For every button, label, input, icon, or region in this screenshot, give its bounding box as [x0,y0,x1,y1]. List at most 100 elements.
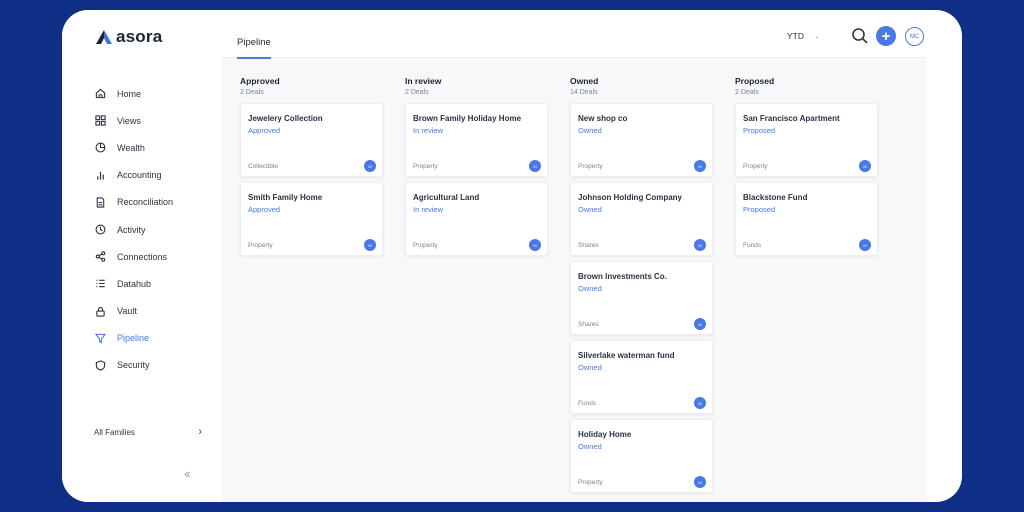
deal-card[interactable]: San Francisco Apartment Proposed Propert… [735,103,878,177]
deal-card[interactable]: Holiday Home Owned Property M [570,419,713,493]
deal-status: Owned [578,126,602,135]
sidebar-item-activity[interactable]: Activity [94,216,214,243]
deal-card[interactable]: Agricultural Land In review Property M [405,182,548,256]
deal-card[interactable]: Silverlake waterman fund Owned Funds M [570,340,713,414]
plus-icon: + [881,27,891,45]
deal-name: Holiday Home [578,430,632,439]
top-bar: Pipeline YTD ⌄ + MC [222,10,927,59]
deal-status: Owned [578,284,602,293]
share-icon [94,251,106,263]
column-count: 14 Deals [570,89,598,96]
collapse-sidebar-button[interactable]: ‹‹ [184,466,191,481]
main-content: Pipeline YTD ⌄ + MC Approved 2 Deals Jew… [222,10,927,502]
sidebar-item-label: Activity [117,224,146,235]
deal-name: Blackstone Fund [743,193,808,202]
deal-name: Silverlake waterman fund [578,351,675,360]
deal-status: In review [413,126,444,135]
pipeline-board: Approved 2 Deals Jewelery Collection App… [240,76,878,498]
owner-avatar: M [694,160,706,172]
deal-card[interactable]: Brown Investments Co. Owned Shares M [570,261,713,335]
deal-name: Smith Family Home [248,193,323,202]
owner-avatar: M [694,318,706,330]
deal-name: Jewelery Collection [248,114,323,123]
families-label: All Families [94,427,135,437]
tab-pipeline[interactable]: Pipeline [237,37,271,59]
deal-type: Shares [578,321,599,328]
deal-status: Approved [248,205,281,214]
chevron-right-icon: › [198,426,202,438]
column-owned: Owned 14 Deals New shop co Owned Propert… [570,76,713,498]
deal-status: Approved [248,126,281,135]
sidebar-item-label: Reconciliation [117,197,174,208]
deal-type: Collectible [248,163,278,170]
owner-avatar: M [859,160,871,172]
filter-icon [94,332,106,344]
deal-card[interactable]: New shop co Owned Property M [570,103,713,177]
sidebar-item-wealth[interactable]: Wealth [94,134,214,161]
brand-name: asora [116,27,163,46]
deal-card[interactable]: Johnson Holding Company Owned Shares M [570,182,713,256]
period-dropdown[interactable]: YTD ⌄ [787,31,820,41]
deal-card[interactable]: Brown Family Holiday Home In review Prop… [405,103,548,177]
sidebar-item-security[interactable]: Security [94,352,214,379]
grid-icon [94,115,106,127]
sidebar-item-vault[interactable]: Vault [94,298,214,325]
avatar[interactable]: MC [905,27,924,46]
sidebar-item-accounting[interactable]: Accounting [94,162,214,189]
deal-status: Proposed [743,205,776,214]
owner-avatar: M [364,160,376,172]
sidebar-item-datahub[interactable]: Datahub [94,270,214,297]
sidebar-item-pipeline[interactable]: Pipeline [94,325,214,352]
deal-name: Johnson Holding Company [578,193,682,202]
pie-chart-icon [94,142,106,154]
asora-logo-icon [96,30,112,44]
sidebar-item-label: Vault [117,306,137,317]
deal-type: Shares [578,242,599,249]
deal-name: Brown Investments Co. [578,272,667,281]
column-title: In review [405,76,442,86]
column-in-review: In review 2 Deals Brown Family Holiday H… [405,76,548,498]
deal-type: Property [578,479,603,486]
sidebar-item-home[interactable]: Home [94,80,214,107]
sidebar: asora Home Views Wealth Accounting Recon… [62,10,222,502]
deal-card[interactable]: Smith Family Home Approved Property M [240,182,383,256]
sidebar-item-label: Views [117,115,141,126]
deal-status: Owned [578,442,602,451]
deal-type: Funds [578,400,597,407]
owner-avatar: M [694,239,706,251]
sidebar-item-connections[interactable]: Connections [94,243,214,270]
deal-type: Property [413,163,438,170]
column-title: Proposed [735,76,775,86]
search-button[interactable] [851,27,869,45]
logo[interactable]: asora [96,27,162,47]
search-icon [852,28,868,44]
sidebar-item-label: Pipeline [117,333,150,344]
add-button[interactable]: + [876,26,896,46]
sidebar-item-views[interactable]: Views [94,107,214,134]
shield-icon [94,359,106,371]
sidebar-item-label: Wealth [117,142,145,153]
deal-type: Property [743,163,768,170]
list-icon [94,278,106,290]
column-count: 2 Deals [735,89,759,96]
deal-name: New shop co [578,114,628,123]
deal-card[interactable]: Blackstone Fund Proposed Funds M [735,182,878,256]
column-title: Approved [240,76,280,86]
document-icon [94,196,106,208]
lock-icon [94,305,106,317]
column-count: 2 Deals [405,89,429,96]
families-selector[interactable]: All Families › [94,426,202,438]
sidebar-item-label: Security [117,360,150,371]
sidebar-item-reconciliation[interactable]: Reconciliation [94,189,214,216]
deal-name: Agricultural Land [413,193,480,202]
column-title: Owned [570,76,599,86]
deal-type: Property [413,242,438,249]
column-proposed: Proposed 2 Deals San Francisco Apartment… [735,76,878,498]
double-chevron-left-icon: ‹‹ [184,466,191,481]
deal-status: Owned [578,205,602,214]
deal-type: Property [578,163,603,170]
deal-card[interactable]: Jewelery Collection Approved Collectible… [240,103,383,177]
owner-avatar: M [364,239,376,251]
sidebar-item-label: Accounting [117,170,162,181]
owner-avatar: M [529,160,541,172]
